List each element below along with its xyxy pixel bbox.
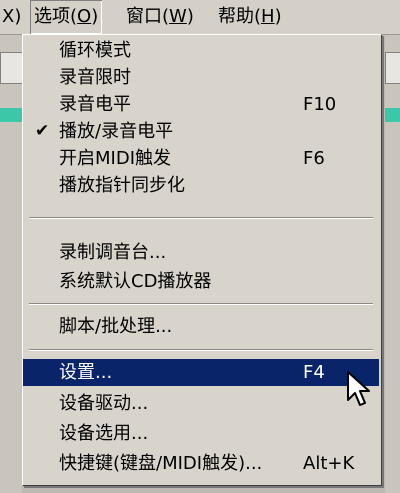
menu-item-label: 设置...: [59, 362, 113, 383]
menu-bar-item-x[interactable]: X): [2, 0, 21, 34]
menu-item-record-time-limit[interactable]: 录音限时: [23, 64, 379, 91]
menu-bar: X) 选项(O) 窗口(W) 帮助(H): [0, 0, 400, 35]
menu-item-label: 播放指针同步化: [59, 175, 185, 196]
menu-item-label: 脚本/批处理...: [59, 316, 173, 337]
mouse-cursor-icon: [347, 371, 370, 406]
menu-item-shortcut: F6: [303, 148, 325, 169]
track-strip: [385, 108, 400, 122]
menu-item-system-cd-player[interactable]: 系统默认CD播放器: [23, 268, 379, 295]
toolbar-button-partial[interactable]: [0, 52, 24, 84]
menu-item-label: 播放/录音电平: [59, 121, 174, 142]
menu-item-label: 录音限时: [59, 67, 131, 88]
menu-bar-item-help[interactable]: 帮助(H): [218, 0, 282, 34]
menu-bar-label-close: ): [186, 6, 194, 27]
menu-item-label: 快捷键(键盘/MIDI触发)...: [59, 453, 263, 474]
menu-item-record-mixer[interactable]: 录制调音台...: [23, 239, 379, 266]
menu-item-enable-midi-trigger[interactable]: 开启MIDI触发 F6: [23, 145, 379, 172]
menu-bar-item-options[interactable]: 选项(O): [30, 0, 102, 34]
menu-item-settings[interactable]: 设置... F4: [23, 359, 379, 386]
menu-bar-label: 帮助(: [218, 6, 262, 27]
menu-separator: [29, 349, 373, 351]
menu-item-shortcut-keys[interactable]: 快捷键(键盘/MIDI触发)... Alt+K: [23, 450, 379, 477]
menu-bar-mnemonic: O: [77, 6, 92, 27]
options-dropdown-menu: 循环模式 录音限时 录音电平 F10 ✔ 播放/录音电平 开启MIDI触发 F6…: [22, 34, 382, 486]
menu-item-label: 系统默认CD播放器: [59, 271, 212, 292]
menu-bar-label-close: ): [91, 6, 99, 27]
menu-item-scripts-batch[interactable]: 脚本/批处理...: [23, 313, 379, 340]
menu-item-sync-play-cursor[interactable]: 播放指针同步化: [23, 172, 379, 199]
menu-separator: [29, 217, 373, 219]
menu-item-label: 录音电平: [59, 94, 131, 115]
menu-bar-mnemonic: H: [261, 6, 275, 27]
menu-item-label: 设备驱动...: [59, 393, 149, 414]
menu-item-label: 设备选用...: [59, 423, 149, 444]
menu-bar-mnemonic: W: [169, 6, 187, 27]
menu-item-label: 循环模式: [59, 40, 131, 61]
menu-item-label: 开启MIDI触发: [59, 148, 172, 169]
menu-item-device-drivers[interactable]: 设备驱动...: [23, 390, 379, 417]
app-background-right: [385, 34, 400, 493]
menu-bar-label: X): [2, 6, 22, 27]
menu-item-record-level[interactable]: 录音电平 F10: [23, 91, 379, 118]
menu-item-shortcut: Alt+K: [303, 453, 355, 474]
menu-item-device-selection[interactable]: 设备选用...: [23, 420, 379, 447]
menu-separator: [29, 303, 373, 305]
app-background-left: [0, 34, 24, 493]
menu-bar-label-close: ): [274, 6, 282, 27]
toolbar-button-partial[interactable]: [385, 52, 400, 84]
menu-item-shortcut: F10: [303, 94, 337, 115]
menu-bar-label: 选项(: [34, 6, 78, 27]
menu-bar-label: 窗口(: [126, 6, 170, 27]
menu-item-label: 录制调音台...: [59, 242, 167, 263]
menu-item-play-record-level[interactable]: ✔ 播放/录音电平: [23, 118, 379, 145]
menu-item-shortcut: F4: [303, 362, 325, 383]
menu-bar-item-window[interactable]: 窗口(W): [126, 0, 194, 34]
menu-item-loop-mode[interactable]: 循环模式: [23, 37, 379, 64]
checkmark-icon: ✔: [35, 121, 50, 141]
track-strip: [0, 108, 22, 122]
